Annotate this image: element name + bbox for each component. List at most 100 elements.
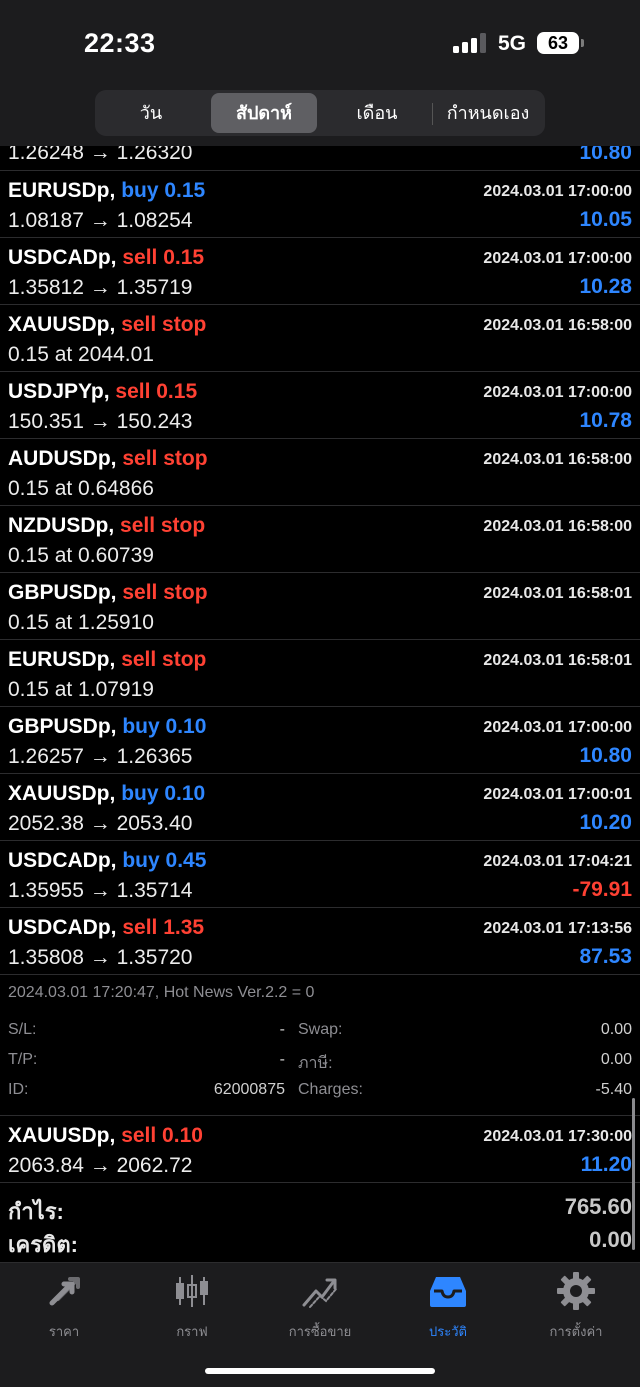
list-item[interactable]: EURUSDp, sell stop 2024.03.01 16:58:01 0.1…: [0, 640, 640, 707]
deal-prices: 2063.84 → 2062.72: [8, 1154, 193, 1177]
deal-profit: 10.05: [579, 208, 632, 231]
deal-time: 2024.03.01 17:00:00: [483, 183, 632, 200]
summary-value: 0.00: [589, 1227, 632, 1252]
deal-action: buy 0.10: [121, 782, 206, 805]
deal-prices: 1.35812 → 1.35719: [8, 276, 193, 299]
tab-label: การตั้งค่า: [549, 1324, 603, 1339]
id-value: 62000875: [213, 1081, 285, 1098]
list-item[interactable]: EURUSDp, buy 0.15 2024.03.01 17:00:00 1.08…: [0, 171, 640, 238]
cellular-signal-icon: [453, 33, 489, 53]
tab-quotes[interactable]: ราคา: [0, 1271, 128, 1341]
deal-time: 2024.03.01 16:58:00: [483, 451, 632, 468]
summary-label: กำไร:: [8, 1199, 64, 1224]
deal-time: 2024.03.01 17:00:01: [483, 786, 632, 803]
list-item[interactable]: AUDUSDp, sell stop 2024.03.01 16:58:00 0.1…: [0, 439, 640, 506]
deal-profit: -79.91: [572, 878, 632, 901]
deal-action: sell 0.10: [121, 1124, 203, 1147]
list-item[interactable]: NZDUSDp, sell stop 2024.03.01 16:58:00 0.1…: [0, 506, 640, 573]
summary-credit: เครดิต: 0.00: [0, 1227, 640, 1261]
deal-time: 2024.03.01 17:30:00: [483, 1128, 632, 1145]
deal-symbol: USDCADp,: [8, 916, 117, 939]
tp-value: -: [279, 1051, 285, 1068]
tab-history[interactable]: ประวัติ: [384, 1271, 512, 1341]
charges-value: -5.40: [595, 1081, 632, 1098]
tab-day[interactable]: วัน: [99, 93, 203, 133]
tab-chart[interactable]: กราฟ: [128, 1271, 256, 1341]
deal-details-panel[interactable]: 2024.03.01 17:20:47, Hot News Ver.2.2 = …: [0, 978, 640, 1116]
deal-time: 2024.03.01 17:00:00: [483, 384, 632, 401]
deal-prices: 0.15 at 2044.01: [8, 343, 154, 366]
deal-profit: 10.80: [579, 744, 632, 767]
deal-title: XAUUSDp, sell stop: [8, 313, 206, 337]
deal-time: 2024.03.01 17:00:00: [483, 719, 632, 736]
candlestick-chart-icon: [176, 1275, 208, 1307]
deal-title: NZDUSDp, sell stop: [8, 514, 205, 538]
tax-value: 0.00: [600, 1051, 632, 1068]
list-item[interactable]: XAUUSDp, buy 0.10 2024.03.01 17:00:01 2052…: [0, 774, 640, 841]
deal-title: EURUSDp, buy 0.15: [8, 179, 205, 203]
deal-symbol: XAUUSDp,: [8, 1124, 116, 1147]
tab-label: การซื้อขาย: [288, 1324, 352, 1339]
history-list[interactable]: 1.26248 → 1.26320 10.80 EURUSDp, buy 0.1…: [0, 146, 640, 1262]
deal-title: XAUUSDp, buy 0.10: [8, 782, 205, 806]
sl-label: S/L:: [8, 1021, 37, 1038]
scrollbar[interactable]: [632, 1098, 635, 1250]
network-type: 5G: [498, 32, 527, 55]
tp-label: T/P:: [8, 1051, 38, 1068]
deal-prices: 1.26257 → 1.26365: [8, 745, 193, 768]
tax-label: ภาษี:: [298, 1055, 333, 1072]
deal-action: sell 0.15: [122, 246, 205, 269]
deal-action: sell 0.15: [115, 380, 198, 403]
id-label: ID:: [8, 1081, 29, 1098]
deal-prices: 2052.38 → 2053.40: [8, 812, 193, 835]
deal-title: USDCADp, sell 0.15: [8, 246, 204, 270]
list-item[interactable]: XAUUSDp, sell 0.10 2024.03.01 17:30:00 2…: [0, 1116, 640, 1183]
deal-action: buy 0.10: [122, 715, 207, 738]
battery-icon: 63: [537, 32, 579, 54]
deal-action: buy 0.45: [122, 849, 207, 872]
deal-symbol: NZDUSDp,: [8, 514, 115, 537]
list-item[interactable]: 1.26248 → 1.26320 10.80: [0, 146, 640, 171]
deal-profit: 87.53: [579, 945, 632, 968]
segment-divider: [432, 103, 433, 125]
list-item[interactable]: GBPUSDp, sell stop 2024.03.01 16:58:01 0.1…: [0, 573, 640, 640]
tab-custom[interactable]: กำหนดเอง: [435, 93, 541, 133]
deal-time: 2024.03.01 16:58:01: [483, 652, 632, 669]
deal-symbol: AUDUSDp,: [8, 447, 117, 470]
deal-prices: 0.15 at 1.25910: [8, 611, 154, 634]
deal-prices: 1.35955 → 1.35714: [8, 879, 193, 902]
list-item[interactable]: GBPUSDp, buy 0.10 2024.03.01 17:00:00 1.26…: [0, 707, 640, 774]
tab-month[interactable]: เดือน: [323, 93, 431, 133]
deal-profit: 10.28: [579, 275, 632, 298]
deal-prices: 150.351 → 150.243: [8, 410, 193, 433]
tab-trade[interactable]: การซื้อขาย: [256, 1271, 384, 1341]
deal-title: USDCADp, sell 1.35: [8, 916, 204, 940]
deal-symbol: USDJPYp,: [8, 380, 110, 403]
summary-label: เครดิต:: [8, 1232, 78, 1257]
deal-time: 2024.03.01 16:58:01: [483, 585, 632, 602]
gear-icon: [557, 1272, 595, 1310]
list-item[interactable]: USDCADp, buy 0.45 2024.03.01 17:04:21 1.35…: [0, 841, 640, 908]
deal-time: 2024.03.01 17:13:56: [483, 920, 632, 937]
bottom-tab-bar: ราคา กราฟ การซื้อขาย ประวัติ การตั้งค่า: [0, 1262, 640, 1387]
tab-label: ประวัติ: [429, 1324, 467, 1339]
list-item[interactable]: USDCADp, sell 1.35 2024.03.01 17:13:56 1.3…: [0, 908, 640, 975]
deal-prices: 0.15 at 1.07919: [8, 678, 154, 701]
deal-symbol: USDCADp,: [8, 849, 117, 872]
history-inbox-icon: [430, 1277, 466, 1307]
summary-value: 765.60: [564, 1194, 632, 1219]
list-item[interactable]: XAUUSDp, sell stop 2024.03.01 16:58:00 0.1…: [0, 305, 640, 372]
deal-title: USDJPYp, sell 0.15: [8, 380, 197, 404]
deal-symbol: USDCADp,: [8, 246, 117, 269]
deal-prices: 0.15 at 0.60739: [8, 544, 154, 567]
list-item[interactable]: USDCADp, sell 0.15 2024.03.01 17:00:00 1.3…: [0, 238, 640, 305]
tab-week[interactable]: สัปดาห์: [211, 93, 317, 133]
deal-profit: 10.80: [579, 146, 632, 164]
deal-time: 2024.03.01 17:04:21: [483, 853, 632, 870]
deal-action: sell stop: [120, 514, 206, 537]
deal-symbol: EURUSDp,: [8, 648, 116, 671]
deal-prices: 1.08187 → 1.08254: [8, 209, 193, 232]
battery-tip: [581, 39, 584, 47]
list-item[interactable]: USDJPYp, sell 0.15 2024.03.01 17:00:00 150…: [0, 372, 640, 439]
tab-settings[interactable]: การตั้งค่า: [512, 1271, 640, 1341]
